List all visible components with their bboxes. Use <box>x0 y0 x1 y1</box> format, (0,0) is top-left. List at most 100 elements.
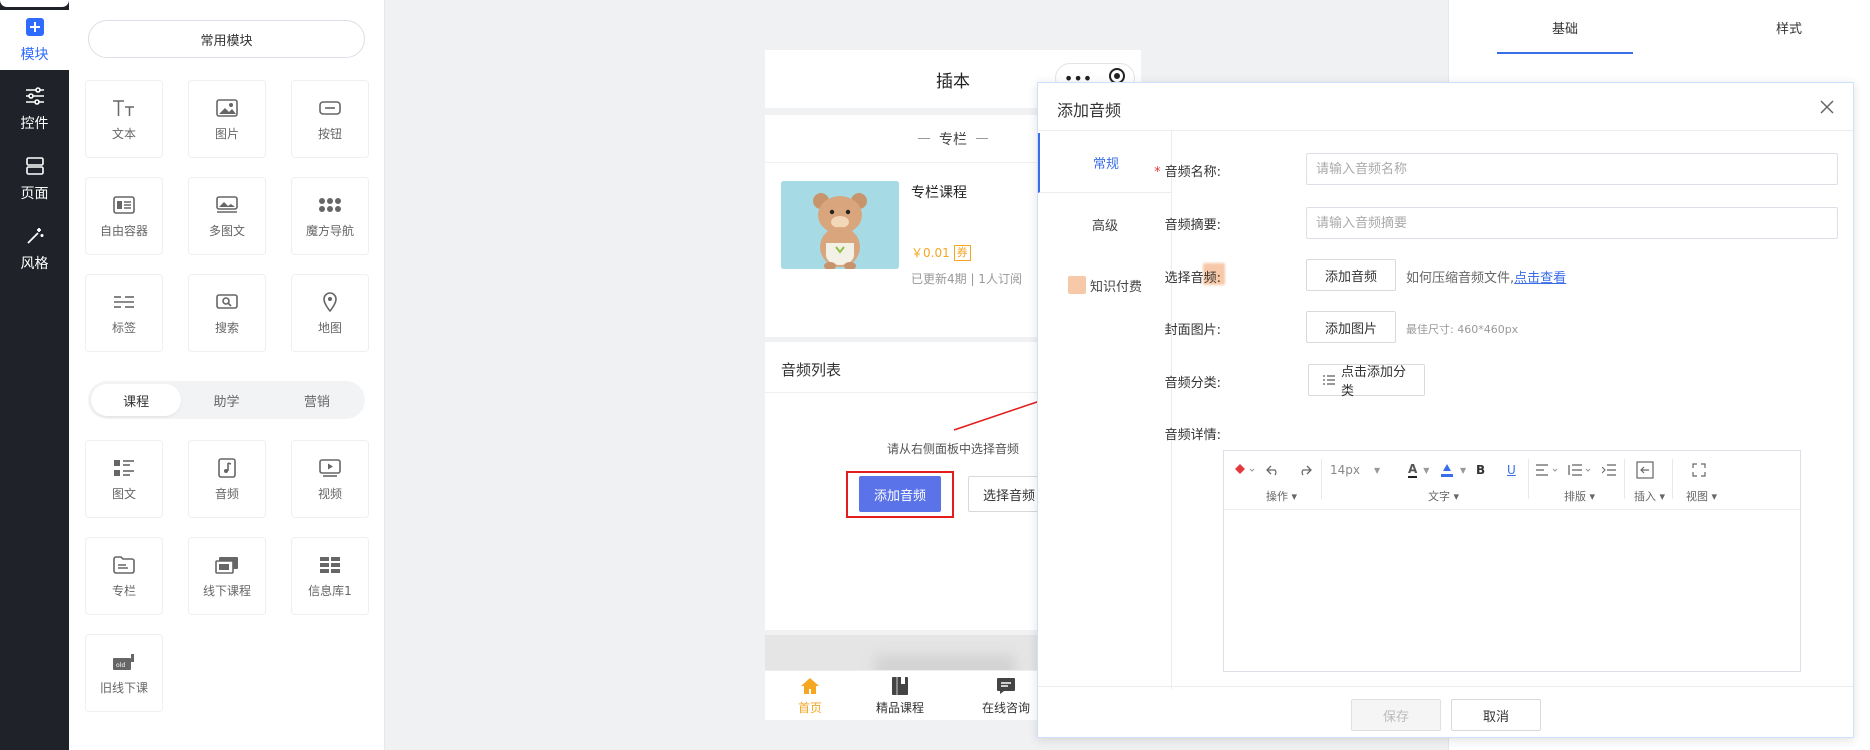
toolbar-separator <box>1672 459 1673 499</box>
group-label-view[interactable]: 视图 ▾ <box>1686 488 1717 504</box>
toolbar-separator <box>1321 459 1322 499</box>
tab-style[interactable]: 样式 <box>1719 0 1859 54</box>
undo-icon[interactable] <box>1266 459 1280 481</box>
module-label: 线下课程 <box>202 583 251 598</box>
group-label-text[interactable]: 文字 ▾ <box>1428 488 1459 504</box>
rich-text-editor: 14px ▼ A ▼ ▼ B U 操作 ▾ 文字 ▾ 排版 ▾ 插入 ▾ 视图 ▾ <box>1223 450 1801 672</box>
cover-image-label: 封面图片: <box>1164 323 1221 338</box>
section-title-text: 专栏 <box>939 131 967 148</box>
nav-item-pages[interactable]: 页面 <box>0 144 69 214</box>
module-label: 多图文 <box>208 223 245 238</box>
offline-course-icon <box>214 554 240 576</box>
audio-list-title: 音频列表 <box>781 361 842 379</box>
audio-summary-label: 音频摘要: <box>1164 218 1221 233</box>
bold-button[interactable]: B <box>1476 459 1485 481</box>
tab-basic[interactable]: 基础 <box>1497 0 1633 54</box>
view-link[interactable]: 点击查看 <box>1514 271 1566 286</box>
module-label: 视频 <box>317 486 342 501</box>
module-map[interactable]: 地图 <box>291 274 369 352</box>
module-container[interactable]: 自由容器 <box>85 177 163 255</box>
module-image[interactable]: 图片 <box>188 80 266 158</box>
tabbar-label: 精品课程 <box>875 701 924 715</box>
module-audio[interactable]: 音频 <box>188 440 266 518</box>
button-icon <box>317 97 343 119</box>
grid-dots-icon <box>317 194 343 216</box>
database-grid-icon <box>317 554 343 576</box>
module-column[interactable]: 专栏 <box>85 537 163 615</box>
group-label-layout[interactable]: 排版 ▾ <box>1564 488 1595 504</box>
module-button[interactable]: 按钮 <box>291 80 369 158</box>
add-category-button[interactable]: 点击添加分类 <box>1308 364 1425 399</box>
module-old-offline-course[interactable]: old 旧线下课 <box>85 634 163 712</box>
module-label: 图文 <box>111 486 136 501</box>
old-offline-course-icon: old <box>111 651 137 673</box>
redo-icon[interactable] <box>1298 459 1312 481</box>
coupon-badge: 券 <box>953 244 971 261</box>
video-icon <box>317 457 343 479</box>
module-search[interactable]: 搜索 <box>188 274 266 352</box>
dash-right <box>976 138 988 139</box>
chat-icon <box>995 675 1017 697</box>
fullscreen-icon[interactable] <box>1692 459 1706 481</box>
tabbar-courses[interactable]: 精品课程 <box>855 675 945 716</box>
left-nav: 模块 控件 页面 风格 <box>0 0 69 750</box>
tag-icon <box>111 291 137 313</box>
nav-label: 控件 <box>20 116 49 132</box>
course-name[interactable]: 专栏课程 <box>911 182 967 202</box>
editor-toolbar: 14px ▼ A ▼ ▼ B U 操作 ▾ 文字 ▾ 排版 ▾ 插入 ▾ 视图 ▾ <box>1224 451 1800 510</box>
audio-name-input[interactable] <box>1306 153 1838 185</box>
eraser-icon[interactable] <box>1234 459 1256 481</box>
tabbar-home[interactable]: 首页 <box>765 675 855 716</box>
container-icon <box>111 194 137 216</box>
cancel-button[interactable]: 取消 <box>1451 699 1541 731</box>
insert-icon[interactable] <box>1636 459 1654 481</box>
image-icon <box>214 97 240 119</box>
module-cube-nav[interactable]: 魔方导航 <box>291 177 369 255</box>
module-multi-image[interactable]: 多图文 <box>188 177 266 255</box>
group-label-operations[interactable]: 操作 ▾ <box>1266 488 1297 504</box>
module-text[interactable]: 文本 <box>85 80 163 158</box>
module-video[interactable]: 视频 <box>291 440 369 518</box>
add-category-label: 点击添加分类 <box>1341 365 1407 399</box>
tab-course[interactable]: 课程 <box>91 384 182 416</box>
group-label-insert[interactable]: 插入 ▾ <box>1634 488 1665 504</box>
tabbar-label: 在线咨询 <box>981 701 1030 715</box>
nav-item-controls[interactable]: 控件 <box>0 74 69 144</box>
common-modules-header[interactable]: 常用模块 <box>88 20 365 58</box>
audio-icon <box>214 457 240 479</box>
indent-icon[interactable] <box>1602 459 1616 481</box>
audio-summary-input[interactable] <box>1306 207 1838 239</box>
empty-hint: 请从右侧面板中选择音频 <box>887 442 1020 456</box>
text-icon <box>111 97 137 119</box>
compress-hint: 如何压缩音频文件,点击查看 <box>1406 271 1567 286</box>
home-icon <box>799 675 821 697</box>
nav-item-modules[interactable]: 模块 <box>0 10 69 70</box>
add-image-button[interactable]: 添加图片 <box>1306 311 1396 343</box>
nav-item-style[interactable]: 风格 <box>0 214 69 284</box>
line-spacing-icon[interactable] <box>1568 459 1592 481</box>
tab-study-aid[interactable]: 助学 <box>181 384 271 416</box>
save-button[interactable]: 保存 <box>1351 699 1441 731</box>
module-label: 标签 <box>111 320 136 335</box>
module-category-tabs: 课程 助学 营销 <box>88 381 365 419</box>
font-size-select[interactable]: 14px ▼ <box>1330 459 1380 481</box>
editor-content-area[interactable] <box>1224 511 1800 671</box>
dialog-add-audio-button[interactable]: 添加音频 <box>1306 259 1396 291</box>
tab-marketing[interactable]: 营销 <box>272 384 362 416</box>
tabbar-label: 首页 <box>797 701 822 715</box>
underline-button[interactable]: U <box>1507 459 1516 481</box>
add-audio-button[interactable]: 添加音频 <box>859 476 941 512</box>
course-thumbnail[interactable] <box>781 181 899 269</box>
dialog-footer: 保存 取消 <box>1038 686 1853 738</box>
highlight-color-icon[interactable]: ▼ <box>1440 459 1466 481</box>
module-info-library[interactable]: 信息库1 <box>291 537 369 615</box>
close-icon[interactable] <box>1815 95 1839 119</box>
toolbar-separator <box>1528 459 1529 499</box>
align-icon[interactable] <box>1536 459 1560 481</box>
module-tag[interactable]: 标签 <box>85 274 163 352</box>
module-offline-course[interactable]: 线下课程 <box>188 537 266 615</box>
plus-square-icon <box>24 16 46 38</box>
nav-label: 风格 <box>20 256 49 272</box>
font-color-button[interactable]: A ▼ <box>1408 459 1429 481</box>
module-article[interactable]: 图文 <box>85 440 163 518</box>
